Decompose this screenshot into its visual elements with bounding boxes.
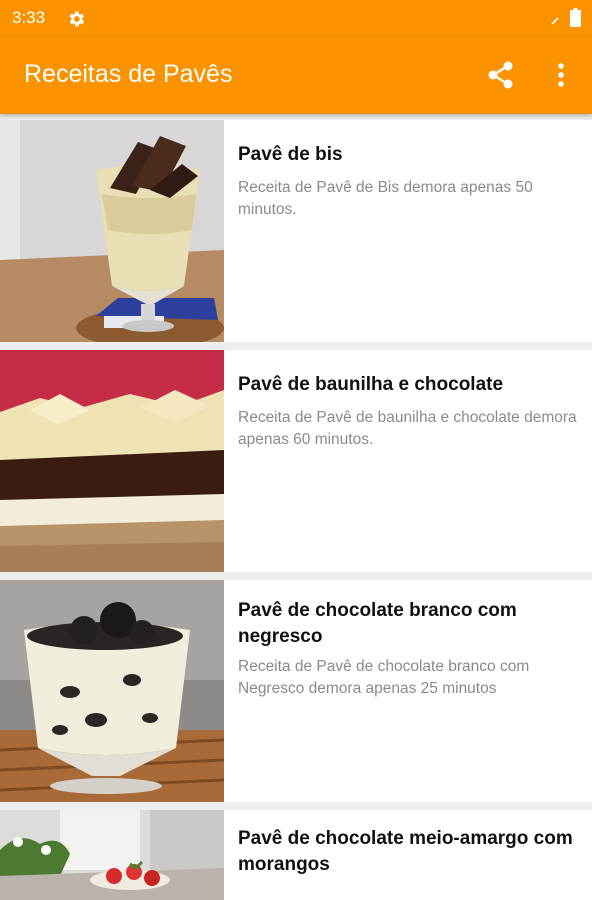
recipe-description: Receita de Pavê de baunilha e chocolate … xyxy=(238,409,577,448)
recipe-title: Pavê de baunilha e chocolate xyxy=(238,374,504,395)
recipe-card[interactable]: Pavê de chocolate meio-amargo com morang… xyxy=(0,810,592,900)
recipe-title: Pavê de chocolate meio-amargo com morang… xyxy=(238,828,573,875)
recipe-description: Receita de Pavê de Bis demora apenas 50 … xyxy=(238,179,533,218)
recipe-image-pave-chocolate-branco xyxy=(0,580,224,802)
recipe-card[interactable]: Pavê de chocolate branco com negresco Re… xyxy=(0,580,592,802)
recipe-card[interactable]: Pavê de bis Receita de Pavê de Bis demor… xyxy=(0,120,592,342)
signal-icon xyxy=(551,17,559,25)
status-bar: 3:33 xyxy=(0,0,592,36)
recipe-title: Pavê de chocolate branco com negresco xyxy=(238,600,517,647)
recipe-card[interactable]: Pavê de baunilha e chocolate Receita de … xyxy=(0,350,592,572)
app-bar: Receitas de Pavês xyxy=(0,36,592,114)
app-title: Receitas de Pavês xyxy=(24,60,233,88)
recipe-image-pave-de-baunilha xyxy=(0,350,224,572)
recipe-image-pave-de-bis xyxy=(0,120,224,342)
recipe-image-pave-meio-amargo xyxy=(0,810,224,900)
battery-icon xyxy=(570,8,581,27)
status-time: 3:33 xyxy=(12,8,46,27)
more-vert-icon[interactable] xyxy=(548,58,574,92)
recipe-title: Pavê de bis xyxy=(238,144,343,165)
recipe-description: Receita de Pavê de chocolate branco com … xyxy=(238,658,530,697)
share-icon[interactable] xyxy=(484,58,518,92)
gear-icon xyxy=(69,11,84,27)
